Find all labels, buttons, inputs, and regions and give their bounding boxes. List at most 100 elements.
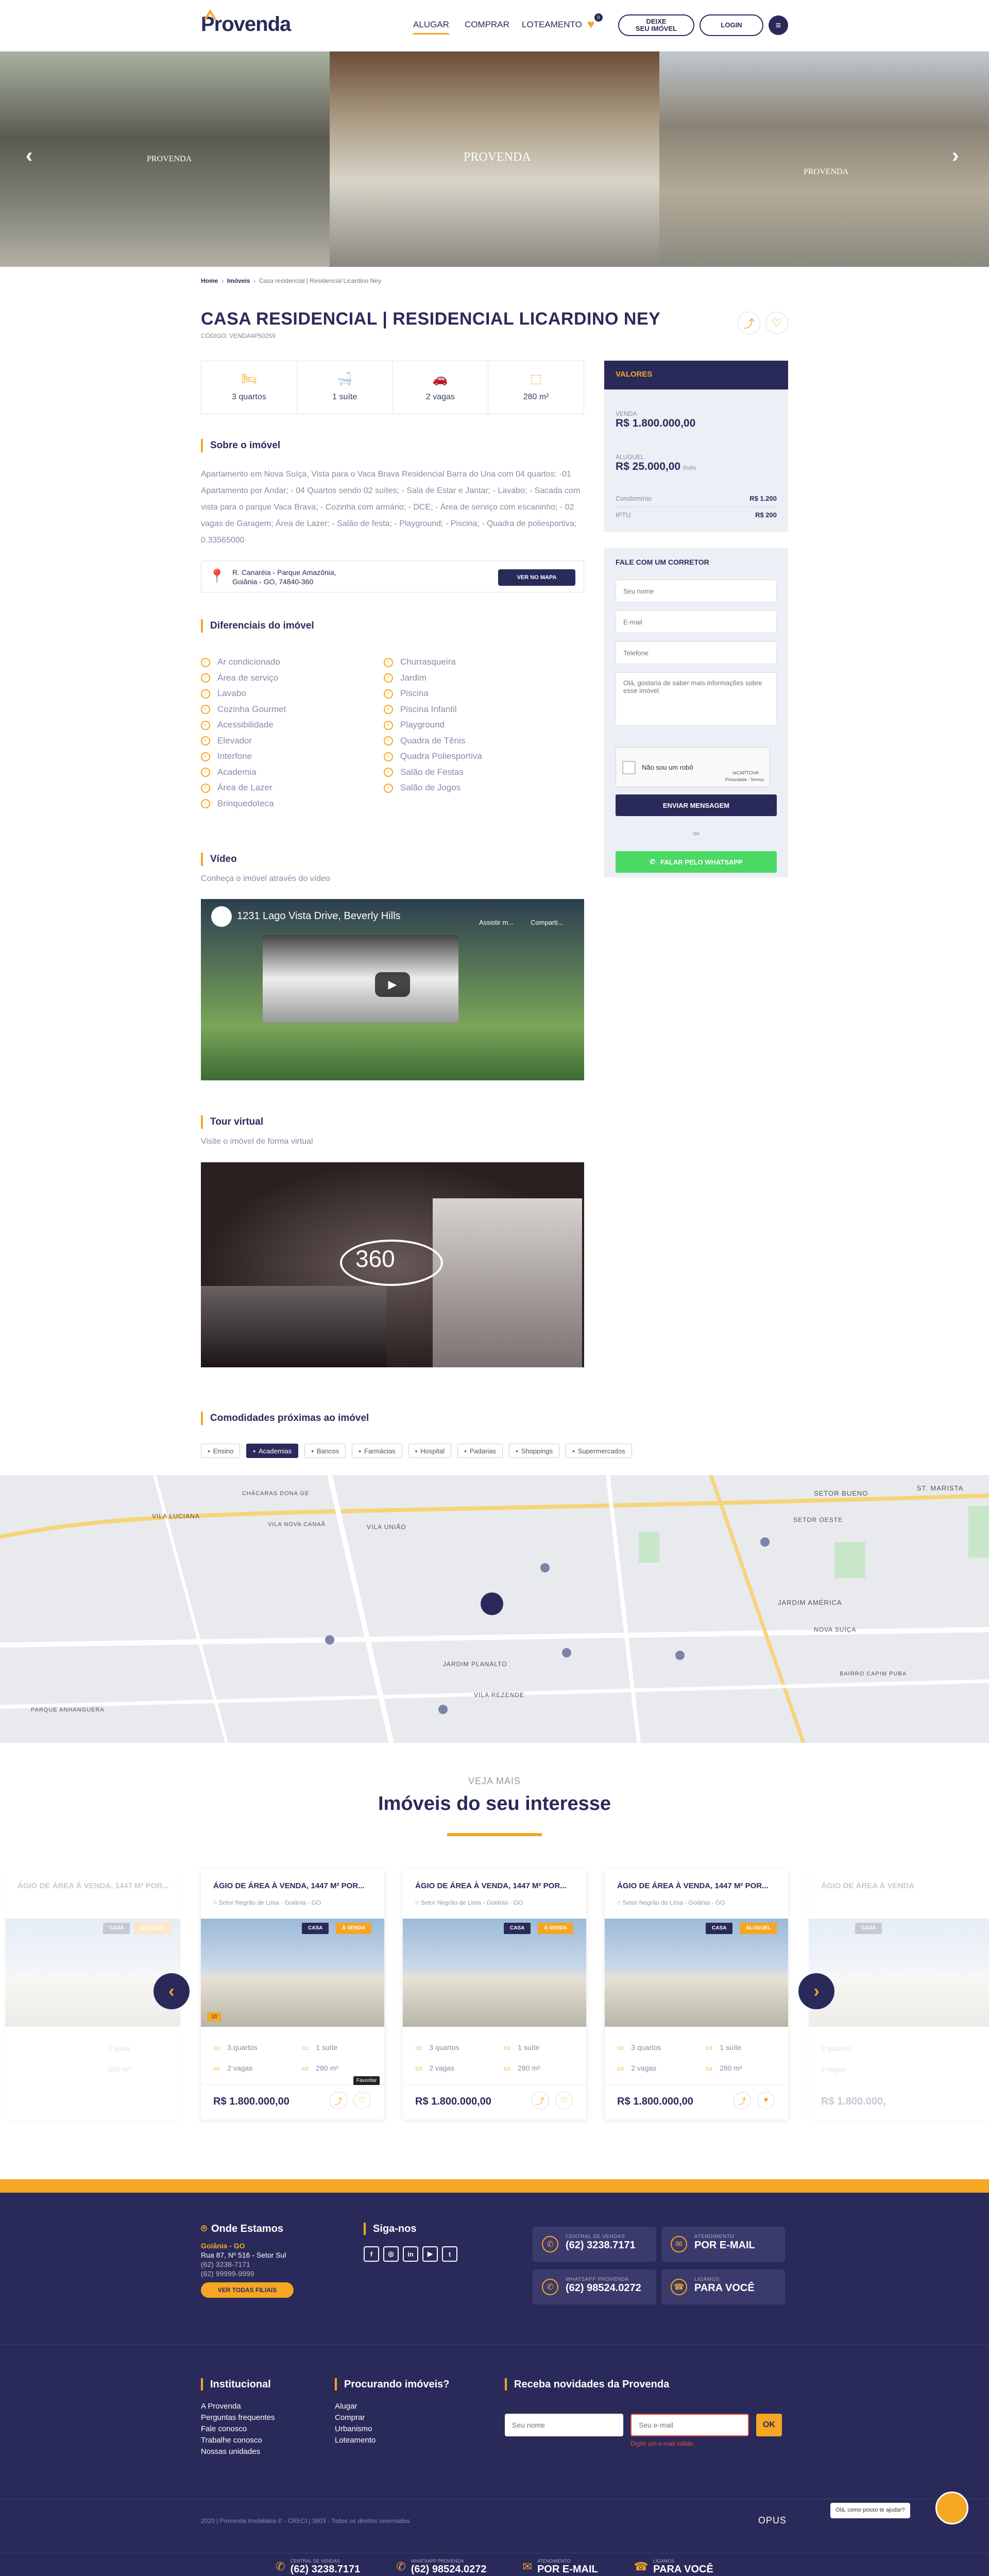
play-icon[interactable]: ▶ (375, 972, 410, 997)
carousel-next-arrow[interactable]: › (798, 1973, 834, 2009)
all-branches-button[interactable]: VER TODAS FILIAIS (201, 2282, 294, 2298)
property-card[interactable]: ÁGIO DE ÁREA À VENDA, 1447 M² POR... ⌾ S… (201, 1869, 384, 2120)
whatsapp-button[interactable]: ✆ FALAR PELO WHATSAPP (616, 851, 777, 873)
whatsapp-box[interactable]: ✆ WHATSAPP PROVENDA (62) 98524.0272 (533, 2269, 656, 2304)
card-photo[interactable]: CASA À VENDA (403, 1919, 586, 2027)
card-photo[interactable]: CASA ALUGUEL (605, 1919, 788, 2027)
share-button[interactable]: ⤴ (734, 2092, 751, 2109)
email-contact-box[interactable]: ✉ ATENDIMENTO POR E-MAIL (661, 2227, 785, 2262)
youtube-icon[interactable]: ▶ (422, 2246, 438, 2262)
card-title[interactable]: ÁGIO DE ÁREA À VENDA, 1447 M² POR... (213, 1882, 365, 1890)
features-box: 🛏 3 quartos 🛁 1 suíte 🚗 2 vagas ⬚ 280 m² (201, 361, 584, 414)
breadcrumb-imoveis[interactable]: Imóveis (227, 277, 250, 284)
gallery-prev-arrow[interactable]: ‹ (26, 144, 32, 167)
feature-suite: 🛁 1 suíte (297, 361, 393, 414)
newsletter-ok-button[interactable]: OK (756, 2414, 782, 2436)
bar-whatsapp[interactable]: ✆ WHATSAPP PROVENDA (62) 98524.0272 (396, 2553, 486, 2576)
chip-supermercados[interactable]: ▪ Supermercados (566, 1444, 632, 1458)
amenity-item: Playground (384, 717, 482, 733)
message-field[interactable] (616, 672, 777, 726)
instagram-icon[interactable]: ◎ (383, 2246, 399, 2262)
chip-ensino[interactable]: ▪ Ensino (201, 1444, 241, 1458)
gallery-photo[interactable]: PROVENDA (330, 52, 659, 267)
favorite-button[interactable]: ♡ (765, 312, 788, 334)
nav-loteamento[interactable]: LOTEAMENTO (522, 20, 582, 30)
diferenciais-col2: ChurrasqueiraJardimPiscinaPiscina Infant… (384, 654, 482, 796)
bar-callback[interactable]: ☎ LIGAMOS PARA VOCÊ (634, 2553, 713, 2576)
share-button[interactable]: ⤴ (532, 2092, 549, 2109)
newsletter-email-field[interactable] (630, 2414, 749, 2436)
social-icons: f ◎ in ▶ t (364, 2246, 457, 2262)
sales-phone-box[interactable]: ✆ CENTRAL DE VENDAS (62) 3238.7171 (533, 2227, 656, 2262)
nav-comprar[interactable]: COMPRAR (465, 20, 509, 30)
send-message-button[interactable]: ENVIAR MENSAGEM (616, 794, 777, 816)
chip-padarias[interactable]: ▪ Padarias (457, 1444, 503, 1458)
video-share-button[interactable]: Comparti... (531, 919, 564, 926)
newsletter-name-field[interactable] (505, 2414, 623, 2436)
whatsapp-icon: ✆ (542, 2279, 558, 2295)
sale-label: VENDA (616, 410, 637, 417)
linkedin-icon[interactable]: in (403, 2246, 418, 2262)
callback-box[interactable]: ☎ LIGAMOS PARA VOCÊ (661, 2269, 785, 2304)
card-title[interactable]: ÁGIO DE ÁREA À VENDA, 1447 M² POR... (617, 1882, 769, 1890)
card-parking: ▭ 2 vagas (617, 2064, 657, 2072)
gallery-photo[interactable]: PROVENDA (659, 52, 989, 267)
phone-field[interactable] (616, 641, 777, 664)
heart-icon: ♥ (763, 2096, 769, 2105)
captcha-checkbox[interactable] (622, 761, 636, 774)
facebook-icon[interactable]: f (364, 2246, 379, 2262)
footer-link[interactable]: A Provenda (201, 2401, 275, 2412)
chip-farmácias[interactable]: ▪ Farmácias (352, 1444, 402, 1458)
footer-link[interactable]: Loteamento (335, 2435, 376, 2446)
footer-link[interactable]: Nossas unidades (201, 2446, 275, 2458)
bar-email[interactable]: ✉ ATENDIMENTO POR E-MAIL (523, 2553, 598, 2576)
menu-button[interactable]: ≡ (769, 15, 788, 35)
chip-bancos[interactable]: ▪ Bancos (304, 1444, 346, 1458)
share-button[interactable]: ⤴ (738, 312, 760, 334)
footer-link[interactable]: Alugar (335, 2401, 376, 2412)
login-button[interactable]: LOGIN (700, 14, 763, 36)
logo[interactable]: Provenda (201, 9, 291, 36)
photo-gallery: PROVENDA PROVENDA PROVENDA ‹ › (0, 52, 989, 267)
footer-link[interactable]: Fale conosco (201, 2424, 275, 2435)
virtual-tour-viewer[interactable]: 360 (201, 1162, 584, 1367)
footer-link[interactable]: Urbanismo (335, 2424, 376, 2435)
chip-hospital[interactable]: ▪ Hospital (408, 1444, 452, 1458)
twitter-icon[interactable]: t (442, 2246, 457, 2262)
watch-later-button[interactable]: Assistir m... (479, 919, 514, 926)
chip-shoppings[interactable]: ▪ Shoppings (509, 1444, 560, 1458)
footer-link[interactable]: Perguntas frequentes (201, 2412, 275, 2424)
gallery-next-arrow[interactable]: › (952, 144, 959, 167)
chip-icon: ▪ (415, 1447, 418, 1455)
amenity-item: Academia (201, 765, 286, 781)
chip-academias[interactable]: ▪ Academias (246, 1444, 299, 1458)
name-field[interactable] (616, 580, 777, 602)
carousel-prev-arrow[interactable]: ‹ (154, 1973, 190, 2009)
favorite-button[interactable]: ♡ (353, 2092, 371, 2109)
gallery-photo[interactable]: PROVENDA (0, 52, 330, 267)
favorites-icon[interactable]: ♥ 0 (587, 13, 603, 32)
breadcrumb-home[interactable]: Home (201, 277, 218, 284)
share-button[interactable]: ⤴ (330, 2092, 347, 2109)
email-field[interactable] (616, 611, 777, 633)
favorite-button[interactable]: ♡ (555, 2092, 573, 2109)
nearby-map[interactable]: VILA LUCIANA VILA UNIÃO SETOR BUENO JARD… (0, 1475, 989, 1743)
footer-link[interactable]: Trabalhe conosco (201, 2435, 275, 2446)
property-card[interactable]: ÁGIO DE ÁREA À VENDA, 1447 M² POR... ⌾ S… (605, 1869, 788, 2120)
video-player[interactable]: 1231 Lago Vista Drive, Beverly Hills Ass… (201, 899, 584, 1080)
card-photo[interactable]: CASA À VENDA 10 (201, 1919, 384, 2027)
property-card[interactable]: ÁGIO DE ÁREA À VENDA, 1447 M² POR... ⌾ S… (403, 1869, 586, 2120)
chat-avatar[interactable] (935, 2492, 968, 2524)
opus-logo[interactable]: OPUS (758, 2515, 787, 2526)
favorite-button[interactable]: ♥ (757, 2092, 775, 2109)
card-suite: ▭ 1 suíte (302, 2043, 338, 2052)
nav-alugar[interactable]: ALUGAR (413, 20, 449, 35)
card-title[interactable]: ÁGIO DE ÁREA À VENDA, 1447 M² POR... (415, 1882, 567, 1890)
bar-sales-phone[interactable]: ✆ CENTRAL DE VENDAS (62) 3238.7171 (276, 2553, 360, 2576)
view-map-button[interactable]: VER NO MAPA (498, 569, 575, 586)
amenity-item: Acessibilidade (201, 717, 286, 733)
footer-link[interactable]: Comprar (335, 2412, 376, 2424)
leave-property-button[interactable]: DEIXE SEU IMÓVEL (618, 14, 694, 36)
chat-bubble[interactable]: Olá, como posso te ajudar? (830, 2503, 910, 2518)
property-card[interactable]: ÁGIO DE ÁREA À VENDA CASA 3 quartos 2 va… (809, 1869, 989, 2120)
